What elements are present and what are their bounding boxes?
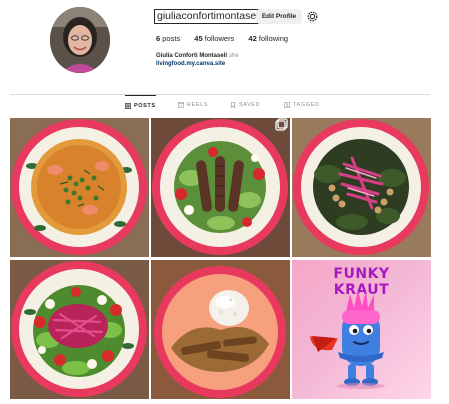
tab-saved[interactable]: SAVED — [230, 95, 260, 115]
gear-icon[interactable] — [306, 10, 319, 23]
kraut-character — [310, 290, 385, 389]
profile-header: giuliaconfortimontasell Edit Profile 6 p… — [0, 0, 449, 92]
avatar[interactable] — [50, 7, 110, 73]
post-cabbage-tomatoes[interactable] — [10, 260, 149, 399]
posts-count[interactable]: 6 posts — [156, 34, 180, 43]
profile-stats: 6 posts 45 followers 42 following — [156, 34, 300, 43]
edit-profile-button[interactable]: Edit Profile — [256, 9, 302, 24]
post-sausages-salad[interactable] — [151, 118, 290, 257]
profile-full-name: Giulia Conforti Montasell she — [156, 53, 239, 59]
posts-grid: FUNKY KRAUT — [10, 118, 431, 399]
post-kale-cabbage[interactable] — [292, 118, 431, 257]
post-funky-kraut[interactable]: FUNKY KRAUT — [292, 260, 431, 399]
reels-icon — [178, 102, 184, 108]
grid-icon — [125, 102, 131, 109]
username: giuliaconfortimontasell — [154, 9, 264, 24]
bookmark-icon — [230, 102, 236, 108]
tagged-icon — [284, 102, 290, 108]
post-rice-stew[interactable] — [151, 260, 290, 399]
followers-count[interactable]: 45 followers — [194, 34, 234, 43]
tab-reels[interactable]: REELS — [178, 95, 208, 115]
pronouns: she — [229, 53, 239, 59]
tab-tagged[interactable]: TAGGED — [284, 95, 319, 115]
tab-posts[interactable]: POSTS — [125, 95, 156, 115]
post-curry-soup[interactable] — [10, 118, 149, 257]
following-count[interactable]: 42 following — [248, 34, 288, 43]
profile-tabs: POSTS REELS SAVED TAGGED — [10, 95, 430, 115]
bio-link[interactable]: livingfood.my.canva.site — [156, 61, 225, 67]
